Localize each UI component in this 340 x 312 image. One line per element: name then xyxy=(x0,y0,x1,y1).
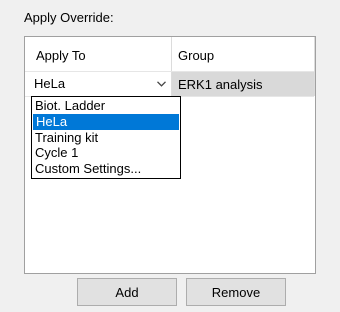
column-header-group[interactable]: Group xyxy=(178,48,214,63)
add-button[interactable]: Add xyxy=(77,278,177,306)
chevron-down-icon[interactable] xyxy=(153,73,169,94)
apply-to-value: HeLa xyxy=(34,76,66,91)
column-header-apply-to[interactable]: Apply To xyxy=(36,48,86,63)
apply-to-dropdown-list[interactable]: Biot. Ladder HeLa Training kit Cycle 1 C… xyxy=(31,96,181,179)
group-cell[interactable]: ERK1 analysis xyxy=(172,72,314,96)
apply-to-combobox[interactable]: HeLa xyxy=(31,73,169,94)
dropdown-option-custom-settings[interactable]: Custom Settings... xyxy=(32,161,180,177)
column-divider[interactable] xyxy=(314,37,315,96)
dropdown-option-biot-ladder[interactable]: Biot. Ladder xyxy=(32,98,180,114)
group-value: ERK1 analysis xyxy=(178,77,263,92)
dropdown-option-hela[interactable]: HeLa xyxy=(33,113,179,130)
override-grid: Apply To Group HeLa ERK1 analysis Biot. … xyxy=(24,36,316,274)
apply-override-label: Apply Override: xyxy=(24,10,114,25)
remove-button[interactable]: Remove xyxy=(186,278,286,306)
dropdown-option-training-kit[interactable]: Training kit xyxy=(32,130,180,146)
dropdown-option-cycle-1[interactable]: Cycle 1 xyxy=(32,145,180,161)
